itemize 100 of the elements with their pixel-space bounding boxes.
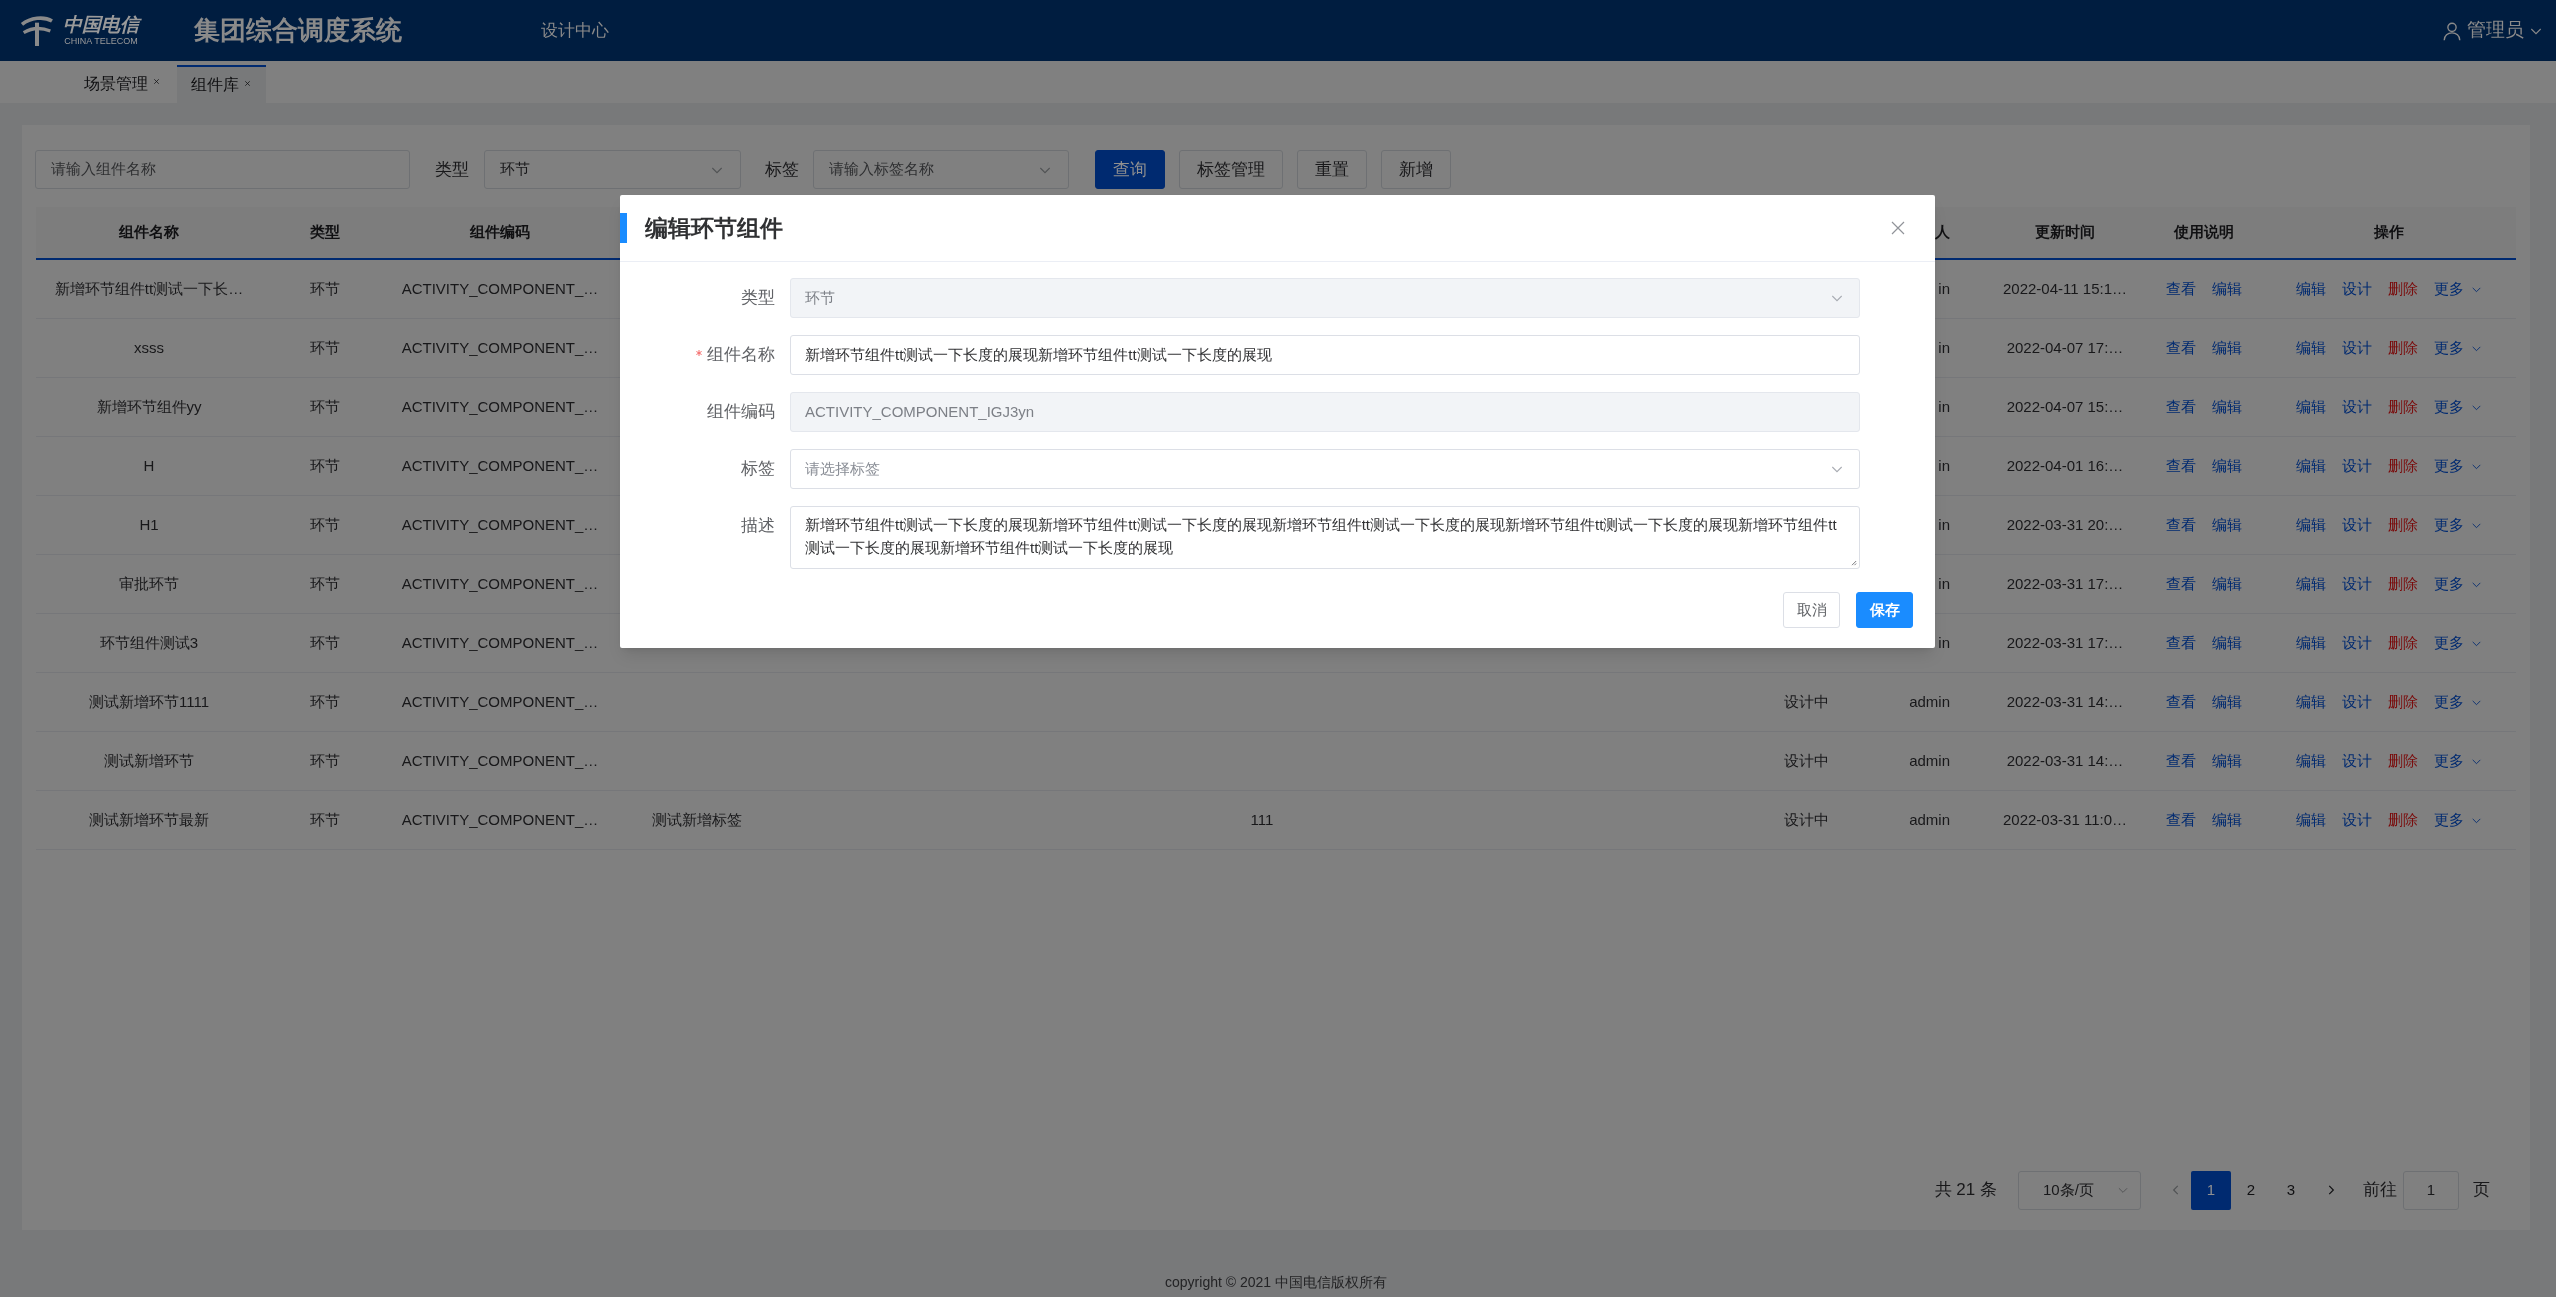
more-dropdown[interactable]: 更多	[2433, 631, 2483, 655]
action-link[interactable]: 编辑	[2295, 749, 2326, 773]
action-link[interactable]: 设计	[2341, 749, 2372, 773]
filter-button[interactable]: 标签管理	[1179, 150, 1283, 189]
action-link[interactable]: 设计	[2341, 277, 2372, 301]
search-field[interactable]: 请输入组件名称	[35, 150, 410, 189]
more-dropdown[interactable]: 更多	[2433, 454, 2483, 478]
usage-link[interactable]: 查看	[2165, 808, 2196, 832]
table-cell-text: 环节	[310, 455, 340, 476]
usage-link[interactable]: 编辑	[2211, 572, 2242, 596]
delete-link[interactable]: 删除	[2387, 513, 2418, 537]
action-link[interactable]: 设计	[2341, 454, 2372, 478]
filter-label: 标签	[765, 158, 799, 181]
usage-link[interactable]: 查看	[2165, 454, 2196, 478]
delete-link[interactable]: 删除	[2387, 749, 2418, 773]
action-link[interactable]: 编辑	[2295, 808, 2326, 832]
usage-link[interactable]: 查看	[2165, 395, 2196, 419]
delete-link[interactable]: 删除	[2387, 808, 2418, 832]
page-button[interactable]: 2	[2231, 1170, 2271, 1210]
usage-link[interactable]: 查看	[2165, 277, 2196, 301]
delete-link[interactable]: 删除	[2387, 690, 2418, 714]
usage-link[interactable]: 查看	[2165, 336, 2196, 360]
action-link[interactable]: 设计	[2341, 690, 2372, 714]
input-field[interactable]: 新增环节组件tt测试一下长度的展现新增环节组件tt测试一下长度的展现	[790, 335, 1860, 375]
action-link[interactable]: 编辑	[2295, 336, 2326, 360]
table-cell-text: in	[1938, 455, 1950, 476]
close-button[interactable]	[1889, 219, 1907, 237]
delete-link[interactable]: 删除	[2387, 572, 2418, 596]
usage-link[interactable]: 编辑	[2211, 336, 2242, 360]
table-cell-text: 审批环节	[119, 573, 179, 594]
usage-link[interactable]: 查看	[2165, 513, 2196, 537]
tag-select[interactable]: 请输入标签名称	[813, 150, 1069, 189]
table-cell-text: 2022-04-01 16:…	[2006, 455, 2124, 476]
nav-link[interactable]: 设计中心	[541, 17, 609, 44]
usage-link[interactable]: 查看	[2165, 749, 2196, 773]
table-cell-text: 测试新增环节最新	[89, 809, 209, 830]
more-dropdown[interactable]: 更多	[2433, 808, 2483, 832]
more-dropdown[interactable]: 更多	[2433, 277, 2483, 301]
usage-link[interactable]: 编辑	[2211, 513, 2242, 537]
action-link[interactable]: 编辑	[2295, 395, 2326, 419]
action-link[interactable]: 编辑	[2295, 690, 2326, 714]
column-header: 人	[1935, 222, 1950, 243]
type-select[interactable]: 环节	[484, 150, 741, 189]
delete-link[interactable]: 删除	[2387, 631, 2418, 655]
action-link[interactable]: 编辑	[2295, 513, 2326, 537]
tab[interactable]: 场景管理	[80, 65, 165, 103]
page-size-select[interactable]: 10条/页	[2018, 1170, 2141, 1210]
more-dropdown[interactable]: 更多	[2433, 336, 2483, 360]
action-link[interactable]: 设计	[2341, 572, 2372, 596]
more-dropdown[interactable]: 更多	[2433, 572, 2483, 596]
usage-link[interactable]: 编辑	[2211, 749, 2242, 773]
action-link[interactable]: 编辑	[2295, 572, 2326, 596]
table-cell-text: ACTIVITY_COMPONENT_…	[401, 632, 599, 653]
table-cell-text: 2022-03-31 17:…	[2006, 632, 2124, 653]
usage-link[interactable]: 编辑	[2211, 631, 2242, 655]
table-cell-text: 环节	[310, 750, 340, 771]
filter-button[interactable]: 新增	[1381, 150, 1451, 189]
table-cell-text: 2022-03-31 14:…	[2006, 691, 2124, 712]
page-input[interactable]: 1	[2403, 1170, 2459, 1210]
usage-link[interactable]: 编辑	[2211, 277, 2242, 301]
more-dropdown[interactable]: 更多	[2433, 749, 2483, 773]
filter-button[interactable]: 重置	[1297, 150, 1367, 189]
table-cell-text: 设计中	[1783, 691, 1829, 712]
table-cell-text: 测试新增环节1111	[89, 691, 209, 712]
user-menu[interactable]: 管理员	[2441, 16, 2544, 45]
usage-link[interactable]: 编辑	[2211, 395, 2242, 419]
close-icon	[243, 79, 252, 88]
action-link[interactable]: 编辑	[2295, 277, 2326, 301]
more-dropdown[interactable]: 更多	[2433, 395, 2483, 419]
table-cell-text: 环节	[310, 573, 340, 594]
action-link[interactable]: 设计	[2341, 808, 2372, 832]
action-link[interactable]: 编辑	[2295, 454, 2326, 478]
select-field[interactable]: 请选择标签	[790, 449, 1860, 489]
tab[interactable]: 组件库	[177, 65, 266, 103]
usage-link[interactable]: 编辑	[2211, 690, 2242, 714]
usage-link[interactable]: 编辑	[2211, 454, 2242, 478]
table-cell-text: 环节	[310, 278, 340, 299]
dialog-button[interactable]: 保存	[1856, 592, 1913, 628]
action-link[interactable]: 设计	[2341, 395, 2372, 419]
action-link[interactable]: 编辑	[2295, 631, 2326, 655]
page-button[interactable]: 3	[2271, 1170, 2311, 1210]
more-dropdown[interactable]: 更多	[2433, 513, 2483, 537]
action-link[interactable]: 设计	[2341, 631, 2372, 655]
more-dropdown[interactable]: 更多	[2433, 690, 2483, 714]
textarea-field[interactable]: 新增环节组件tt测试一下长度的展现新增环节组件tt测试一下长度的展现新增环节组件tt测试一下长度的展现新增环节组件tt测试一下长度的展现新增环节组件tt测试一下长度的展现新增环节组件tt测试一下长度的展现	[790, 506, 1860, 569]
delete-link[interactable]: 删除	[2387, 336, 2418, 360]
table-cell-text: 新增环节组件tt测试一下长…	[54, 278, 244, 299]
filter-button[interactable]: 查询	[1095, 150, 1165, 189]
table-cell-text: ACTIVITY_COMPONENT_…	[401, 809, 599, 830]
dialog-button[interactable]: 取消	[1783, 592, 1840, 628]
action-link[interactable]: 设计	[2341, 513, 2372, 537]
delete-link[interactable]: 删除	[2387, 277, 2418, 301]
delete-link[interactable]: 删除	[2387, 395, 2418, 419]
usage-link[interactable]: 查看	[2165, 572, 2196, 596]
page-button[interactable]: 1	[2191, 1170, 2231, 1210]
delete-link[interactable]: 删除	[2387, 454, 2418, 478]
usage-link[interactable]: 查看	[2165, 690, 2196, 714]
usage-link[interactable]: 编辑	[2211, 808, 2242, 832]
usage-link[interactable]: 查看	[2165, 631, 2196, 655]
action-link[interactable]: 设计	[2341, 336, 2372, 360]
